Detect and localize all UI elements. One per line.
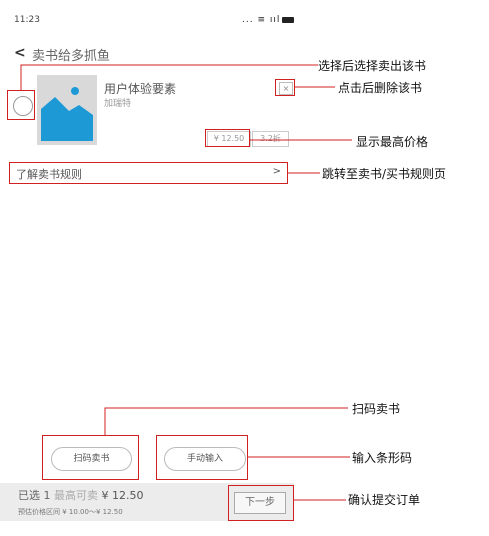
annotation-select: 选择后选择卖出该书 — [318, 59, 427, 73]
annotation-barcode: 输入条形码 — [352, 451, 413, 465]
annotation-rules-jump: 跳转至卖书/买书规则页 — [322, 167, 447, 181]
annotation-highest-price: 显示最高价格 — [356, 135, 429, 149]
annotation-confirm: 确认提交订单 — [348, 493, 421, 507]
annotation-scan: 扫码卖书 — [352, 402, 401, 416]
annotation-delete: 点击后删除该书 — [338, 81, 423, 95]
